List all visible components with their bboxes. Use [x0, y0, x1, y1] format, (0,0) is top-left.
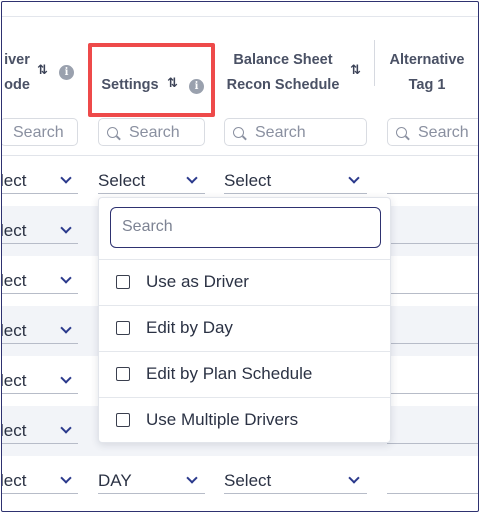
- sort-arrows-icon[interactable]: ⇅: [37, 62, 48, 78]
- option-label: Edit by Day: [146, 318, 233, 337]
- header-driver-mode-line2: ode: [4, 77, 30, 93]
- chevron-down-icon[interactable]: [60, 372, 72, 384]
- dropdown-search-input[interactable]: Search: [110, 207, 381, 248]
- row-3-driver-mode-select[interactable]: lect: [2, 269, 26, 293]
- grid-frame: iver ode ⇅ i Settings ⇅ i Balance Sheet …: [1, 1, 479, 512]
- search-placeholder: Search: [129, 124, 180, 141]
- chevron-down-icon[interactable]: [348, 472, 360, 484]
- chevron-down-icon[interactable]: [348, 172, 360, 184]
- option-use-multiple-drivers[interactable]: Use Multiple Drivers: [99, 397, 390, 443]
- select-underline: [224, 493, 367, 494]
- select-underline: [98, 493, 205, 494]
- select-underline: [387, 243, 478, 244]
- row-divider: [2, 155, 478, 156]
- row-7-balance-sheet-select[interactable]: Select: [224, 469, 271, 493]
- option-label: Edit by Plan Schedule: [146, 364, 313, 383]
- select-underline: [2, 493, 78, 494]
- row-4-driver-mode-select[interactable]: lect: [2, 319, 26, 343]
- filter-search-alt-tag[interactable]: Search: [387, 118, 478, 146]
- search-placeholder: Search: [255, 124, 306, 141]
- sort-arrows-icon[interactable]: ⇅: [350, 62, 361, 78]
- row-7-driver-mode-select[interactable]: lect: [2, 469, 26, 493]
- search-icon: [396, 127, 407, 138]
- row-2-driver-mode-select[interactable]: lect: [2, 219, 26, 243]
- row-6-driver-mode-select[interactable]: lect: [2, 419, 26, 443]
- filter-search-driver-mode[interactable]: Search: [2, 118, 78, 146]
- header-alt-tag-line2: Tag 1: [408, 77, 446, 93]
- search-icon: [107, 127, 118, 138]
- row-1-balance-sheet-select[interactable]: Select: [224, 169, 271, 193]
- select-underline: [98, 193, 205, 194]
- checkbox[interactable]: [116, 367, 130, 381]
- chevron-down-icon[interactable]: [60, 172, 72, 184]
- select-underline: [387, 343, 478, 344]
- select-underline: [387, 293, 478, 294]
- select-underline: [2, 243, 78, 244]
- option-label: Use Multiple Drivers: [146, 410, 299, 429]
- filter-search-balance-sheet[interactable]: Search: [224, 118, 367, 146]
- header-alt-tag-line1: Alternative: [389, 52, 465, 68]
- search-placeholder: Search: [418, 124, 469, 141]
- search-placeholder: Search: [13, 124, 64, 141]
- select-underline: [387, 393, 478, 394]
- row-5-driver-mode-select[interactable]: lect: [2, 369, 26, 393]
- select-underline: [2, 193, 78, 194]
- header-driver-mode-line1: iver: [4, 52, 30, 68]
- row-1-driver-mode-select[interactable]: lect: [2, 169, 26, 193]
- settings-header-highlight: [88, 43, 215, 117]
- column-resize-handle[interactable]: [374, 40, 375, 86]
- settings-dropdown: Search Use as Driver Edit by Day Edit by…: [98, 197, 391, 443]
- chevron-down-icon[interactable]: [60, 472, 72, 484]
- option-label: Use as Driver: [146, 272, 249, 291]
- header-alternative-tag-1[interactable]: Alternative Tag 1: [384, 48, 470, 98]
- chevron-down-icon[interactable]: [186, 172, 198, 184]
- checkbox[interactable]: [116, 321, 130, 335]
- top-divider: [2, 16, 478, 17]
- select-underline: [387, 193, 478, 194]
- row-7-settings-select[interactable]: DAY: [98, 469, 132, 493]
- select-underline: [387, 443, 478, 444]
- select-underline: [387, 493, 478, 494]
- checkbox[interactable]: [116, 275, 130, 289]
- option-edit-by-plan-schedule[interactable]: Edit by Plan Schedule: [99, 351, 390, 397]
- header-balance-sheet-recon[interactable]: Balance Sheet Recon Schedule: [220, 48, 346, 98]
- option-use-as-driver[interactable]: Use as Driver: [99, 259, 390, 305]
- select-underline: [2, 393, 78, 394]
- chevron-down-icon[interactable]: [60, 272, 72, 284]
- header-balance-sheet-line1: Balance Sheet: [233, 52, 333, 68]
- chevron-down-icon[interactable]: [186, 472, 198, 484]
- checkbox[interactable]: [116, 413, 130, 427]
- header-balance-sheet-line2: Recon Schedule: [226, 77, 340, 93]
- info-icon[interactable]: i: [59, 65, 74, 80]
- select-underline: [2, 443, 78, 444]
- row-1-settings-select[interactable]: Select: [98, 169, 145, 193]
- header-driver-mode[interactable]: iver ode: [2, 48, 34, 98]
- filter-search-settings[interactable]: Search: [98, 118, 205, 146]
- select-underline: [2, 343, 78, 344]
- dropdown-search-placeholder: Search: [122, 218, 173, 235]
- search-icon: [233, 127, 244, 138]
- select-underline: [224, 193, 367, 194]
- select-underline: [2, 293, 78, 294]
- option-edit-by-day[interactable]: Edit by Day: [99, 305, 390, 351]
